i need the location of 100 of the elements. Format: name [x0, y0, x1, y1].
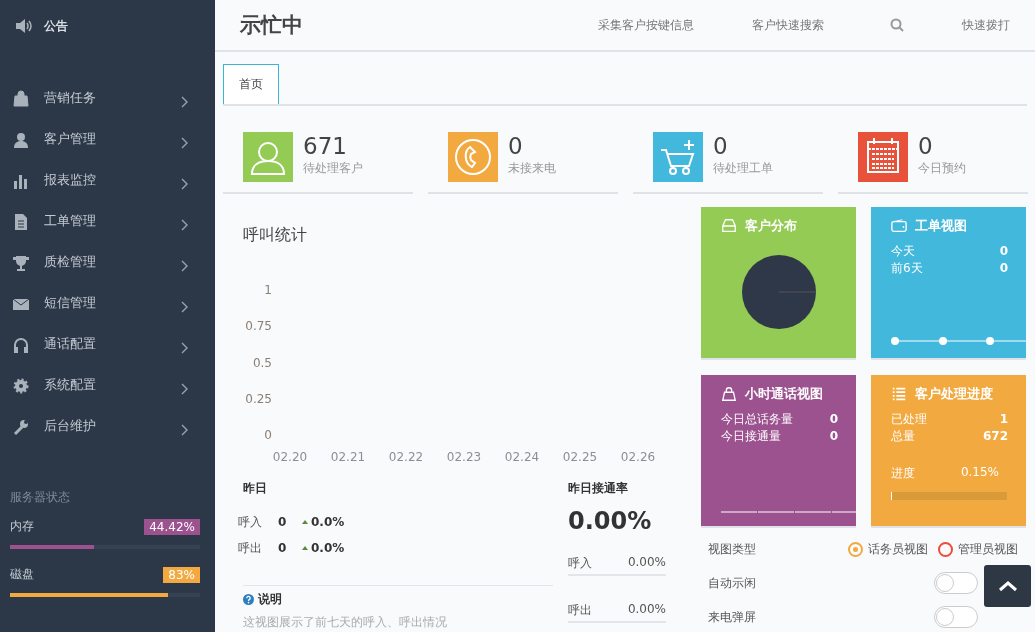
tile-value: 0	[829, 411, 838, 428]
section-title: 昨日	[243, 480, 268, 497]
radio-option[interactable]: 话务员视图	[848, 540, 928, 558]
chevron-icon	[181, 341, 189, 354]
tile-value: 1	[999, 411, 1008, 428]
axis-label: 02.24	[504, 450, 540, 464]
tile-value: 0	[829, 428, 838, 445]
header-link[interactable]: 采集客户按键信息	[598, 16, 694, 34]
tile-value: 672	[982, 428, 1008, 445]
sidebar-item[interactable]: 后台维护	[0, 406, 215, 447]
scroll-top-button[interactable]	[984, 565, 1031, 607]
sidebar-item[interactable]: 工单管理	[0, 201, 215, 242]
menu-icon	[12, 376, 30, 395]
row-label: 呼出	[568, 602, 592, 619]
tile-value: 0	[999, 260, 1008, 277]
menu-icon	[12, 212, 30, 231]
row-label: 呼出	[238, 539, 263, 557]
setting-label: 视图类型	[708, 540, 756, 558]
call-count: 0	[278, 515, 288, 529]
section-title: 服务器状态	[10, 489, 71, 506]
announcement-link[interactable]: 公告	[44, 17, 68, 35]
axis-label: 0.75	[245, 319, 272, 334]
toggle-switch[interactable]	[934, 606, 978, 628]
chart-title: 呼叫统计	[243, 225, 308, 246]
sidebar-item[interactable]: 质检管理	[0, 242, 215, 283]
search-icon[interactable]	[890, 18, 904, 32]
tile-label: 已处理	[891, 411, 927, 428]
change-value: 0.0%	[302, 541, 568, 555]
progress-reading: 0.15%	[960, 465, 999, 481]
rate-value: 0.00%	[568, 507, 653, 535]
axis-label: 0.25	[245, 391, 272, 406]
tile-title: 小时通话视图	[745, 385, 823, 403]
sidebar-item[interactable]: 通话配置	[0, 324, 215, 365]
sidebar-item[interactable]: 客户管理	[0, 119, 215, 160]
header-link[interactable]: 客户快速搜索	[752, 16, 824, 34]
axis-label: 1	[264, 283, 272, 297]
tile-title: 客户处理进度	[915, 385, 993, 403]
tile-label: 今日总话务量	[721, 411, 793, 428]
stat-value: 0	[918, 132, 934, 160]
tile-icon	[891, 218, 907, 234]
tile-value: 0	[999, 243, 1008, 260]
setting-label: 自动示闲	[708, 574, 756, 592]
stat-label: 今日预约	[918, 161, 966, 175]
tile-label: 今日接通量	[721, 428, 781, 445]
chevron-icon	[181, 136, 189, 149]
tile-title: 客户分布	[745, 217, 797, 235]
status-label: 内存	[10, 518, 34, 535]
toggle-switch[interactable]	[934, 572, 978, 594]
axis-label: 0.5	[252, 355, 272, 370]
chevron-icon	[181, 177, 189, 190]
stat-value: 0	[508, 132, 524, 160]
stat-label: 待处理客户	[303, 161, 363, 175]
status-badge: 83%	[163, 566, 200, 583]
chevron-icon	[181, 382, 189, 395]
change-value: 0.0%	[302, 515, 568, 529]
tile-icon	[891, 386, 907, 402]
sidebar-item[interactable]: 短信管理	[0, 283, 215, 324]
tile-title: 工单视图	[915, 217, 967, 235]
menu-icon	[12, 335, 30, 354]
tile-icon	[721, 386, 737, 402]
chevron-icon	[181, 218, 189, 231]
setting-label: 来电弹屏	[708, 608, 756, 626]
note-title: 说明	[258, 591, 282, 608]
axis-label: 02.26	[620, 450, 656, 464]
axis-label: 02.23	[446, 450, 482, 464]
axis-label: 02.20	[272, 450, 308, 464]
call-count: 0	[278, 541, 288, 555]
up-triangle-icon	[302, 520, 308, 524]
note-text: 这视图展示了前七天的呼入、呼出情况	[243, 614, 448, 631]
header-link[interactable]: 快速拨打	[962, 16, 1010, 34]
status-badge: 44.42%	[144, 518, 200, 535]
tile-icon	[721, 218, 737, 234]
axis-label: 02.25	[562, 450, 598, 464]
rate-value: 0.00%	[627, 555, 666, 571]
radio-option[interactable]: 管理员视图	[938, 540, 1018, 558]
help-icon	[243, 594, 254, 605]
progress-label: 进度	[891, 465, 915, 482]
chevron-icon	[181, 259, 189, 272]
section-title: 昨日接通率	[568, 480, 629, 497]
chevron-up-icon	[997, 580, 1018, 592]
rate-value: 0.00%	[627, 602, 666, 618]
tile-label: 前6天	[891, 260, 923, 277]
stat-value: 0	[713, 132, 729, 160]
sidebar-item[interactable]: 营销任务	[0, 78, 215, 119]
status-label: 磁盘	[10, 566, 34, 583]
row-label: 呼入	[568, 555, 592, 572]
stat-value: 671	[303, 132, 348, 160]
sidebar-item[interactable]: 报表监控	[0, 160, 215, 201]
stat-label: 待处理工单	[713, 161, 773, 175]
chevron-icon	[181, 95, 189, 108]
tile-label: 今天	[891, 243, 915, 260]
tile-label: 总量	[891, 428, 915, 445]
menu-icon	[12, 253, 30, 272]
stat-label: 未接来电	[508, 161, 556, 175]
chevron-icon	[181, 423, 189, 436]
menu-icon	[12, 417, 30, 436]
sidebar-item[interactable]: 系统配置	[0, 365, 215, 406]
row-label: 呼入	[238, 513, 263, 531]
tab[interactable]: 首页	[223, 64, 279, 104]
up-triangle-icon	[302, 546, 308, 550]
